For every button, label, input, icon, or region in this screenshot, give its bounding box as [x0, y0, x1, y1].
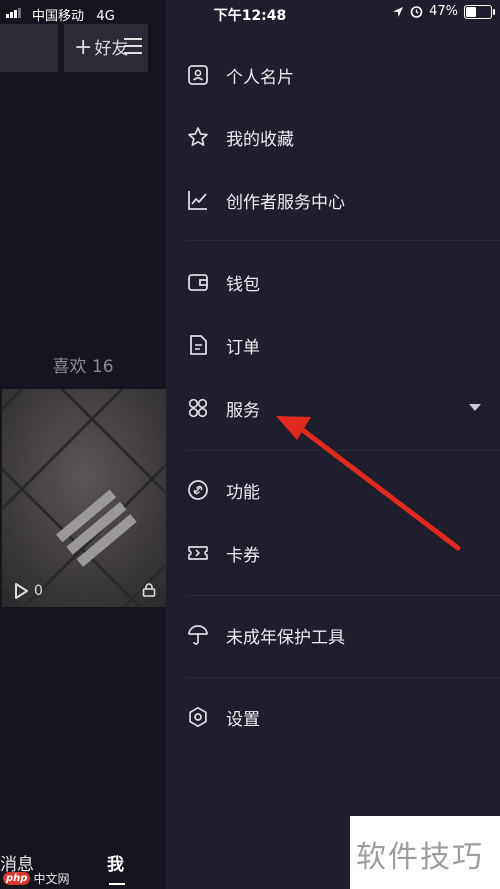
menu-item-favorites[interactable]: 我的收藏: [186, 117, 486, 157]
ticket-icon: [186, 541, 210, 565]
menu-item-label: 钱包: [226, 274, 260, 295]
divider: [186, 450, 500, 451]
alarm-icon: [410, 6, 423, 18]
menu-item-minor-protection[interactable]: 未成年保护工具: [186, 615, 486, 655]
chevron-down-icon[interactable]: [469, 404, 481, 411]
menu-item-label: 创作者服务中心: [226, 192, 345, 213]
divider: [186, 595, 500, 596]
plus-icon: +: [74, 35, 93, 60]
battery-icon: [464, 4, 495, 19]
document-icon: [186, 333, 210, 357]
profile-background: + 好友 喜欢 16 0 消息 我: [0, 0, 166, 889]
menu-icon[interactable]: [124, 38, 142, 54]
php-logo: php: [3, 872, 31, 885]
menu-item-label: 设置: [226, 709, 260, 730]
menu-item-label: 功能: [226, 482, 260, 503]
status-right: 47%: [392, 4, 495, 19]
divider: [186, 240, 500, 241]
play-count: 0: [14, 583, 43, 599]
wallet-icon: [186, 270, 210, 294]
menu-item-label: 我的收藏: [226, 129, 294, 150]
battery-percent: 47%: [429, 4, 458, 19]
menu-item-label: 订单: [226, 337, 260, 358]
likes-tab[interactable]: 喜欢 16: [0, 352, 166, 377]
menu-item-creator-center[interactable]: 创作者服务中心: [186, 180, 486, 220]
play-icon: [15, 583, 28, 599]
location-icon: [393, 6, 404, 17]
tab-me[interactable]: 我: [107, 850, 124, 875]
lock-icon: [142, 583, 156, 597]
site-watermark-text: 中文网: [33, 872, 70, 886]
star-icon: [186, 125, 210, 149]
tab-indicator: [109, 883, 125, 885]
menu-item-label: 个人名片: [226, 67, 294, 88]
menu-item-coupons[interactable]: 卡券: [186, 533, 486, 573]
gear-icon: [186, 705, 210, 729]
menu-item-label: 服务: [226, 400, 260, 421]
video-thumbnail[interactable]: [2, 389, 166, 607]
menu-item-features[interactable]: 功能: [186, 470, 486, 510]
divider: [186, 677, 500, 678]
umbrella-icon: [186, 623, 210, 647]
menu-item-business-card[interactable]: 个人名片: [186, 55, 486, 95]
grid-icon: [186, 396, 210, 420]
status-bar: 中国移动 4G 下午12:48 47%: [0, 0, 500, 26]
menu-item-wallet[interactable]: 钱包: [186, 262, 486, 302]
thumbnail-image: [2, 389, 166, 607]
watermark-text: 软件技巧: [356, 840, 484, 875]
side-drawer: 个人名片 我的收藏 创作者服务中心 钱包 订单 服务 功能 卡券 未成年保护工具…: [166, 0, 500, 889]
id-card-icon: [186, 63, 210, 87]
menu-item-label: 未成年保护工具: [226, 627, 345, 648]
menu-item-settings[interactable]: 设置: [186, 697, 486, 737]
menu-item-orders[interactable]: 订单: [186, 325, 486, 365]
menu-item-label: 卡券: [226, 545, 260, 566]
site-watermark: php 中文网: [3, 870, 69, 887]
link-icon: [186, 478, 210, 502]
menu-item-services[interactable]: 服务: [186, 388, 486, 428]
chart-icon: [186, 188, 210, 212]
play-count-value: 0: [34, 583, 43, 599]
top-left-button[interactable]: [0, 24, 58, 72]
